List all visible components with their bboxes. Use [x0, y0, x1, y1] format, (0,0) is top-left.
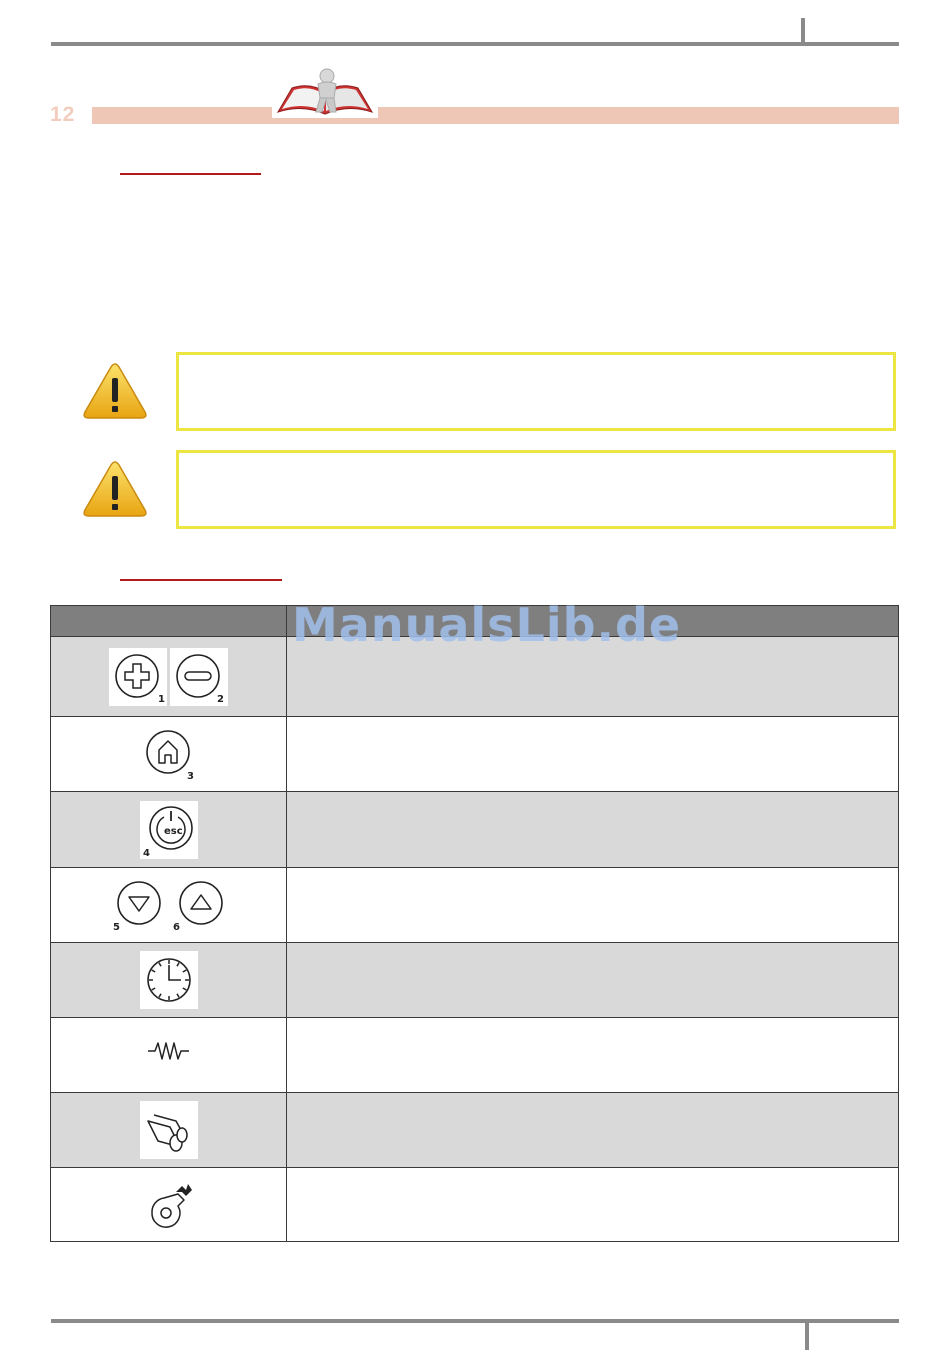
- resistor-icon: [139, 1026, 198, 1084]
- heading-underline: [120, 173, 261, 175]
- table-header-cell: [51, 606, 287, 636]
- controls-table: 1 2 3 esc 4 5 6: [50, 605, 899, 1242]
- table-row: 5 6: [51, 867, 898, 942]
- table-cell-icon: 5 6: [51, 868, 287, 942]
- button-number: 5: [113, 922, 120, 933]
- table-row: [51, 1167, 898, 1241]
- button-number: 2: [217, 694, 224, 705]
- table-row: [51, 1092, 898, 1167]
- table-cell-description: [287, 717, 898, 791]
- heading-underline: [120, 579, 282, 581]
- button-number: 1: [158, 694, 165, 705]
- table-cell-icon: [51, 943, 287, 1017]
- table-cell-icon: esc 4: [51, 792, 287, 867]
- table-cell-icon: [51, 1168, 287, 1241]
- table-cell-icon: [51, 1018, 287, 1092]
- table-row: [51, 1017, 898, 1092]
- table-cell-description: [287, 792, 898, 867]
- table-row: [51, 942, 898, 1017]
- section-number: 12: [50, 103, 76, 126]
- clock-icon: [139, 951, 198, 1009]
- table-row: 3: [51, 716, 898, 791]
- header-rule: [51, 42, 899, 46]
- fan-blower-icon: [139, 1175, 198, 1234]
- table-cell-description: [287, 1018, 898, 1092]
- button-number: 4: [143, 848, 150, 859]
- book-reader-icon: [272, 68, 378, 118]
- minus-circle-icon: 2: [170, 647, 228, 706]
- power-esc-icon: esc 4: [139, 800, 198, 859]
- watermark: ManualsLib.de: [292, 598, 682, 652]
- plus-circle-icon: 1: [109, 647, 167, 706]
- home-icon: 3: [139, 725, 198, 783]
- button-number: 6: [173, 922, 180, 933]
- table-row: esc 4: [51, 791, 898, 867]
- table-cell-description: [287, 1168, 898, 1241]
- table-cell-description: [287, 943, 898, 1017]
- pellet-logs-icon: [139, 1101, 198, 1159]
- table-cell-icon: 3: [51, 717, 287, 791]
- header-tick: [801, 18, 805, 44]
- table-cell-icon: 1 2: [51, 637, 287, 716]
- warning-box: [176, 352, 896, 431]
- footer-tick: [805, 1322, 809, 1350]
- esc-label: esc: [164, 826, 183, 837]
- warning-box: [176, 450, 896, 529]
- arrow-up-circle-icon: 6: [170, 876, 229, 934]
- arrow-down-circle-icon: 5: [108, 876, 167, 934]
- table-cell-description: [287, 1093, 898, 1167]
- table-cell-icon: [51, 1093, 287, 1167]
- table-cell-description: [287, 868, 898, 942]
- warning-triangle-icon: [82, 362, 148, 420]
- footer-rule: [51, 1319, 899, 1323]
- button-number: 3: [187, 771, 194, 782]
- warning-triangle-icon: [82, 460, 148, 518]
- section-band: [92, 107, 899, 124]
